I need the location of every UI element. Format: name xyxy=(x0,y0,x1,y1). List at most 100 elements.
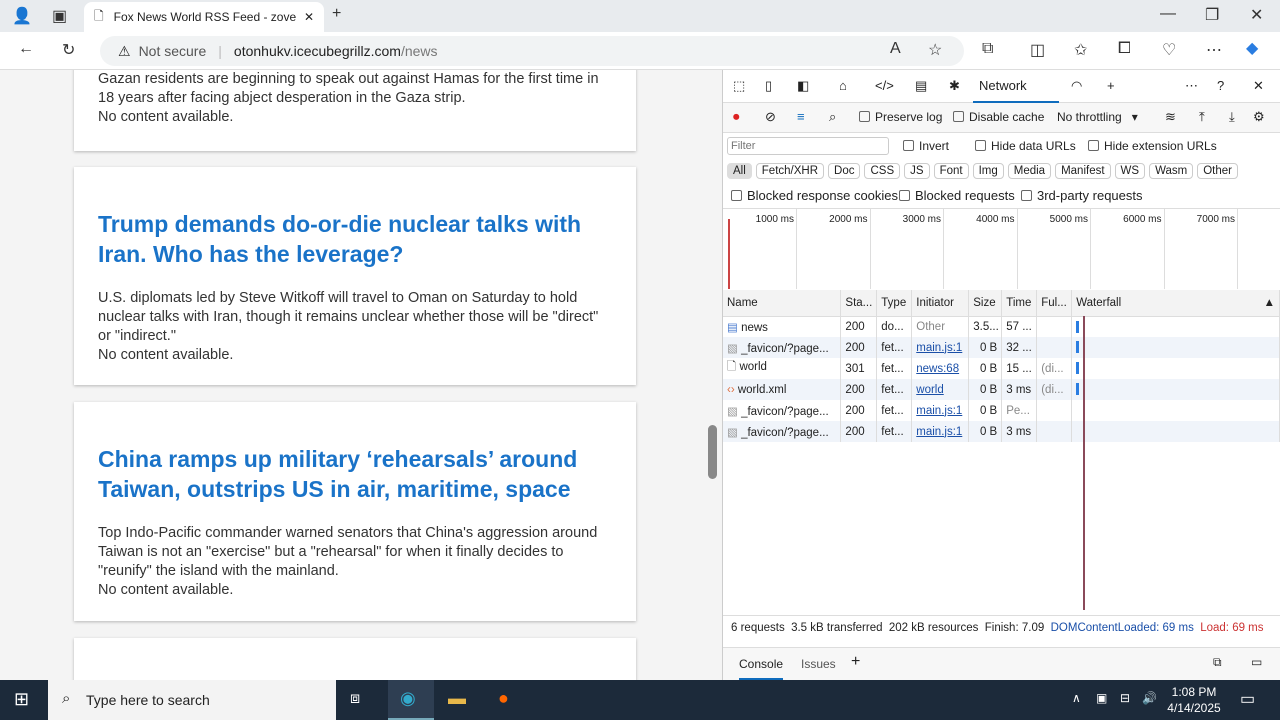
minimize-icon[interactable]: — xyxy=(1160,5,1176,23)
refresh-icon[interactable]: ↻ xyxy=(62,40,75,60)
preserve-log-checkbox[interactable]: Preserve log xyxy=(859,110,942,124)
request-row[interactable]: ▧ _favicon/?page... 200 fet... main.js:1 0 B… xyxy=(723,400,1280,421)
cell[interactable]: main.js:1 xyxy=(916,342,962,354)
filter-chip[interactable]: Img xyxy=(972,163,1004,179)
blocked-cookies-checkbox[interactable]: Blocked response cookies xyxy=(731,188,898,203)
filter-icon[interactable]: ≡ xyxy=(797,109,805,124)
filter-chip[interactable]: Media xyxy=(1007,163,1052,179)
close-tab-icon[interactable]: ✕ xyxy=(304,10,314,24)
taskbar-search[interactable]: ⌕ Type here to search xyxy=(48,680,336,720)
firefox-icon[interactable]: ● xyxy=(498,688,509,709)
sources-icon[interactable]: ✱ xyxy=(949,78,960,94)
request-row[interactable]: 🗋 world 301 fet... news:68 0 B 15 ... (di... xyxy=(723,358,1280,379)
tab-actions-icon[interactable]: ▣ xyxy=(52,6,67,26)
dock-icon[interactable]: ◧ xyxy=(797,78,809,94)
cell[interactable]: main.js:1 xyxy=(916,405,962,417)
blocked-requests-checkbox[interactable]: Blocked requests xyxy=(899,188,1015,203)
page-scrollbar[interactable] xyxy=(708,425,717,479)
filter-chip[interactable]: CSS xyxy=(864,163,901,179)
start-icon[interactable]: ⊞ xyxy=(14,689,29,710)
wifi-icon[interactable]: ⊟ xyxy=(1120,691,1130,705)
request-row[interactable]: ▤ news 200 do... Other 3.5... 57 ... xyxy=(723,316,1280,337)
hide-extension-urls-checkbox[interactable]: Hide extension URLs xyxy=(1088,139,1217,153)
tray-chevron-icon[interactable]: ∧ xyxy=(1072,691,1081,705)
more-icon[interactable]: ⋯ xyxy=(1185,78,1198,94)
network-icon[interactable]: ▣ xyxy=(1096,691,1107,705)
file-explorer-icon[interactable]: ▬ xyxy=(448,688,466,709)
cell[interactable]: world xyxy=(916,384,943,396)
cell[interactable]: news:68 xyxy=(916,363,959,375)
split-screen-icon[interactable]: ◫ xyxy=(1030,40,1045,60)
column-header[interactable]: Waterfall ▲ xyxy=(1071,290,1280,317)
filter-chip[interactable]: Font xyxy=(933,163,969,179)
new-tab-icon[interactable]: + xyxy=(332,5,341,23)
third-party-checkbox[interactable]: 3rd-party requests xyxy=(1021,188,1143,203)
filter-chip[interactable]: Doc xyxy=(828,163,861,179)
hide-data-urls-checkbox[interactable]: Hide data URLs xyxy=(975,139,1076,153)
clear-icon[interactable]: ⊘ xyxy=(765,109,776,125)
filter-input[interactable] xyxy=(727,137,889,155)
sort-icon[interactable]: ▲ xyxy=(1264,297,1275,309)
request-row[interactable]: ‹› world.xml 200 fet... world 0 B 3 ms (di... xyxy=(723,379,1280,400)
extensions-icon[interactable]: ⧉ xyxy=(982,40,993,58)
read-aloud-icon[interactable]: A xyxy=(890,40,901,58)
record-icon[interactable]: ⏺ xyxy=(733,109,740,125)
device-icon[interactable]: ▯ xyxy=(765,78,772,94)
elements-icon[interactable]: </> xyxy=(875,78,894,93)
not-secure-label[interactable]: Not secure xyxy=(139,43,207,59)
column-header[interactable]: Ful... xyxy=(1036,290,1073,317)
welcome-icon[interactable]: ⌂ xyxy=(839,78,847,93)
filter-chip[interactable]: All xyxy=(727,163,752,179)
maximize-icon[interactable]: ❐ xyxy=(1205,5,1219,25)
url-field[interactable]: ⚠ Not secure | otonhukv.icecubegrillz.co… xyxy=(100,36,964,66)
add-drawer-tab-icon[interactable]: + xyxy=(851,653,860,671)
console-icon[interactable]: ▤ xyxy=(915,78,927,94)
close-devtools-icon[interactable]: ✕ xyxy=(1253,78,1264,94)
invert-checkbox[interactable]: Invert xyxy=(903,139,949,153)
timeline-overview[interactable]: 1000 ms 2000 ms 3000 ms 4000 ms 5000 ms 6000 … xyxy=(723,208,1280,290)
request-row[interactable]: ▧ _favicon/?page... 200 fet... main.js:1 0 B… xyxy=(723,337,1280,358)
settings-icon[interactable]: ⚙ xyxy=(1253,109,1265,125)
browser-tab[interactable]: 🗋 Fox News World RSS Feed - zove ✕ xyxy=(84,2,324,32)
close-window-icon[interactable]: ✕ xyxy=(1250,5,1263,25)
clock[interactable]: 1:08 PM 4/14/2025 xyxy=(1164,684,1224,716)
favorites-icon[interactable]: ✩ xyxy=(1074,40,1087,60)
performance-icon[interactable]: ♡ xyxy=(1162,40,1176,60)
network-conditions-icon[interactable]: ≋ xyxy=(1165,109,1176,125)
export-har-icon[interactable]: ⤓ xyxy=(1229,109,1235,125)
import-har-icon[interactable]: ⤒ xyxy=(1199,109,1205,125)
volume-icon[interactable]: 🔊 xyxy=(1142,691,1157,705)
cell[interactable]: main.js:1 xyxy=(916,426,962,438)
column-header[interactable]: Time xyxy=(1001,290,1038,317)
filter-chip[interactable]: JS xyxy=(904,163,930,179)
more-icon[interactable]: ⋯ xyxy=(1206,40,1222,60)
close-drawer-icon[interactable]: ▭ xyxy=(1251,655,1262,669)
copilot-icon[interactable]: ◆ xyxy=(1246,38,1258,58)
search-icon[interactable]: ⌕ xyxy=(829,109,836,125)
column-header[interactable]: Type xyxy=(876,290,913,317)
column-header[interactable]: Initiator xyxy=(911,290,970,317)
column-header[interactable]: Size xyxy=(968,290,1003,317)
favorite-icon[interactable]: ☆ xyxy=(928,40,942,60)
help-icon[interactable]: ? xyxy=(1217,78,1224,93)
filter-chip[interactable]: Wasm xyxy=(1149,163,1194,179)
request-row[interactable]: ▧ _favicon/?page... 200 fet... main.js:1 0 B… xyxy=(723,421,1280,442)
filter-chip[interactable]: Fetch/XHR xyxy=(755,163,825,179)
filter-chip[interactable]: Manifest xyxy=(1055,163,1111,179)
profile-icon[interactable]: 👤 xyxy=(12,6,32,26)
filter-chip[interactable]: WS xyxy=(1114,163,1146,179)
task-view-icon[interactable]: ⧈ xyxy=(350,690,360,708)
back-icon[interactable]: ← xyxy=(18,40,34,58)
tab-network[interactable]: Network xyxy=(973,70,1059,103)
collections-icon[interactable]: ⧠ xyxy=(1118,40,1131,58)
article-title[interactable]: Trump demands do-or-die nuclear talks wi… xyxy=(98,209,612,269)
undock-drawer-icon[interactable]: ⧉ xyxy=(1213,655,1222,670)
add-tool-icon[interactable]: + xyxy=(1107,78,1115,93)
inspect-icon[interactable]: ⬚ xyxy=(733,78,745,94)
filter-chip[interactable]: Other xyxy=(1197,163,1238,179)
drawer-tab-console[interactable]: Console xyxy=(739,648,784,680)
column-header[interactable]: Sta... xyxy=(840,290,878,317)
throttling-select[interactable]: No throttling ▾ xyxy=(1057,110,1138,124)
notifications-icon[interactable]: ▭ xyxy=(1240,689,1255,709)
article-title[interactable]: China ramps up military ‘rehearsals’ aro… xyxy=(98,444,612,504)
